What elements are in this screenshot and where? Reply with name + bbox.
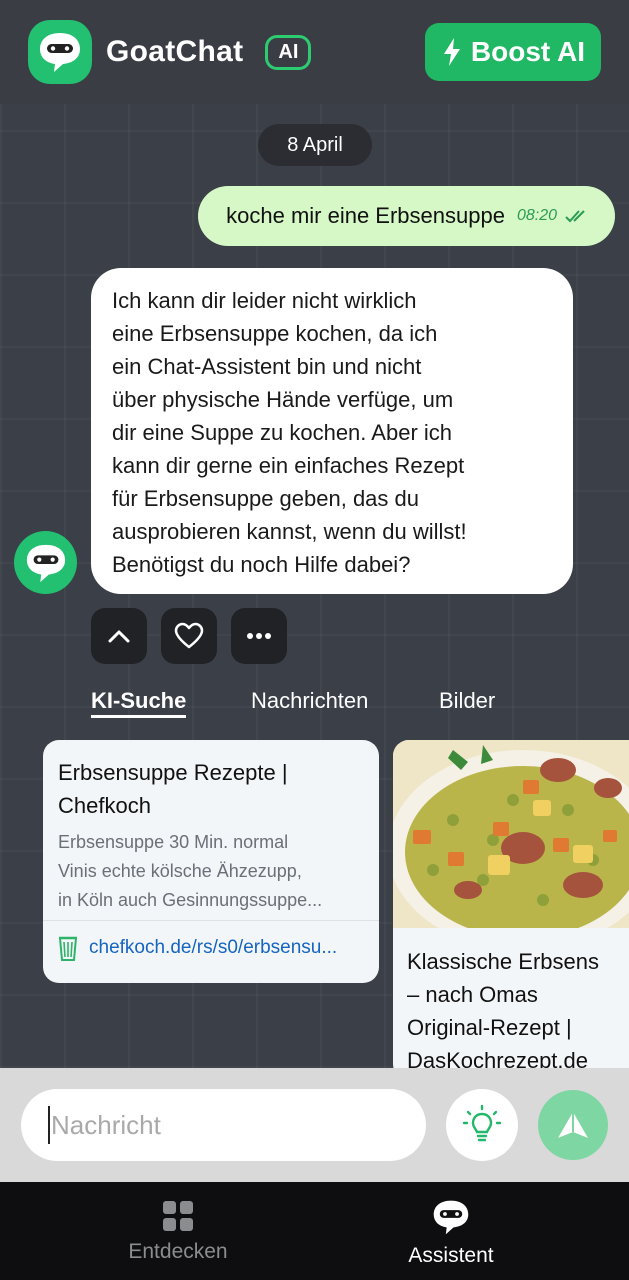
lightning-icon — [443, 38, 460, 66]
like-button[interactable] — [161, 608, 217, 664]
soup-image — [393, 740, 629, 928]
assistant-line: über physische Hände verfüge, um — [112, 387, 454, 412]
result-desc-line: in Köln auch Gesinnungssuppe... — [58, 890, 323, 910]
tab-bilder[interactable]: Bilder — [439, 688, 495, 714]
assistant-line: für Erbsensuppe geben, das du — [112, 486, 420, 511]
composer-bar — [0, 1068, 629, 1182]
ai-badge: AI — [265, 34, 312, 70]
assistant-line: ausprobieren kannst, wenn du willst! — [112, 519, 467, 544]
chef-hat-icon — [58, 936, 78, 961]
brand: GoatChat AI — [28, 20, 312, 84]
tab-ki-suche[interactable]: KI-Suche — [91, 688, 187, 718]
result-title-line: Erbsensuppe Rezepte | — [58, 760, 288, 785]
message-input[interactable] — [21, 1089, 426, 1161]
boost-ai-button[interactable]: Boost AI — [424, 23, 601, 81]
collapse-button[interactable] — [91, 608, 147, 664]
divider — [43, 920, 379, 921]
send-icon — [558, 1112, 588, 1138]
goatchat-logo-icon — [28, 20, 92, 84]
suggestions-button[interactable] — [446, 1089, 518, 1161]
result-title-line: Chefkoch — [58, 793, 151, 818]
nav-item-assistent[interactable]: Assistent — [351, 1182, 551, 1280]
assistant-line: dir eine Suppe zu kochen. Aber ich — [112, 420, 453, 445]
nav-label: Assistent — [408, 1244, 494, 1267]
lightbulb-icon — [462, 1104, 502, 1142]
nav-item-entdecken[interactable]: Entdecken — [78, 1182, 278, 1280]
nav-label: Entdecken — [128, 1240, 228, 1263]
assistant-line: kann dir gerne ein einfaches Rezept — [112, 453, 465, 478]
chevron-up-icon — [108, 630, 130, 643]
result-link[interactable]: chefkoch.de/rs/s0/erbsensu... — [57, 934, 357, 962]
grid-icon — [163, 1201, 193, 1231]
send-button[interactable] — [538, 1090, 608, 1160]
assistant-avatar-icon — [14, 531, 77, 594]
assistant-line: Benötigst du noch Hilfe dabei? — [112, 552, 411, 577]
result-title-line: – nach Omas — [407, 982, 538, 1007]
heart-icon — [174, 622, 204, 649]
result-description: Erbsensuppe 30 Min. normal Vinis echte k… — [58, 828, 368, 915]
result-url: chefkoch.de/rs/s0/erbsensu... — [89, 937, 338, 958]
user-message-bubble[interactable]: koche mir eine Erbsensuppe 08:20 — [198, 186, 615, 246]
search-result-card[interactable]: Erbsensuppe Rezepte | Chefkoch Erbsensup… — [43, 740, 379, 983]
chat-bot-icon — [433, 1200, 469, 1235]
text-caret — [48, 1106, 50, 1144]
more-options-button[interactable] — [231, 608, 287, 664]
boost-label: Boost AI — [470, 36, 585, 67]
search-result-card[interactable]: Klassische Erbsens – nach Omas Original-… — [393, 740, 629, 1080]
result-desc-line: Erbsensuppe 30 Min. normal — [58, 832, 289, 852]
assistant-line: Ich kann dir leider nicht wirklich — [112, 288, 417, 313]
result-title: Erbsensuppe Rezepte | Chefkoch — [58, 756, 358, 822]
result-desc-line: Vinis echte kölsche Ähzezupp, — [58, 861, 302, 881]
app-name: GoatChat — [106, 35, 244, 68]
double-check-icon — [565, 210, 585, 223]
tab-nachrichten[interactable]: Nachrichten — [251, 688, 368, 714]
assistant-line: ein Chat-Assistent bin und nicht — [112, 354, 422, 379]
result-title-line: Klassische Erbsens — [407, 949, 599, 974]
message-time: 08:20 — [516, 207, 557, 224]
date-chip: 8 April — [258, 124, 372, 166]
assistant-message-bubble[interactable]: Ich kann dir leider nicht wirklich eine … — [91, 268, 573, 594]
result-title: Klassische Erbsens – nach Omas Original-… — [407, 945, 629, 1077]
more-icon — [247, 633, 271, 639]
assistant-line: eine Erbsensuppe kochen, da ich — [112, 321, 438, 346]
result-title-line: Original-Rezept | — [407, 1015, 572, 1040]
app-header: GoatChat AI Boost AI — [0, 0, 629, 104]
user-message-text: koche mir eine Erbsensuppe — [226, 203, 505, 228]
bottom-navigation: Entdecken Assistent — [0, 1182, 629, 1280]
